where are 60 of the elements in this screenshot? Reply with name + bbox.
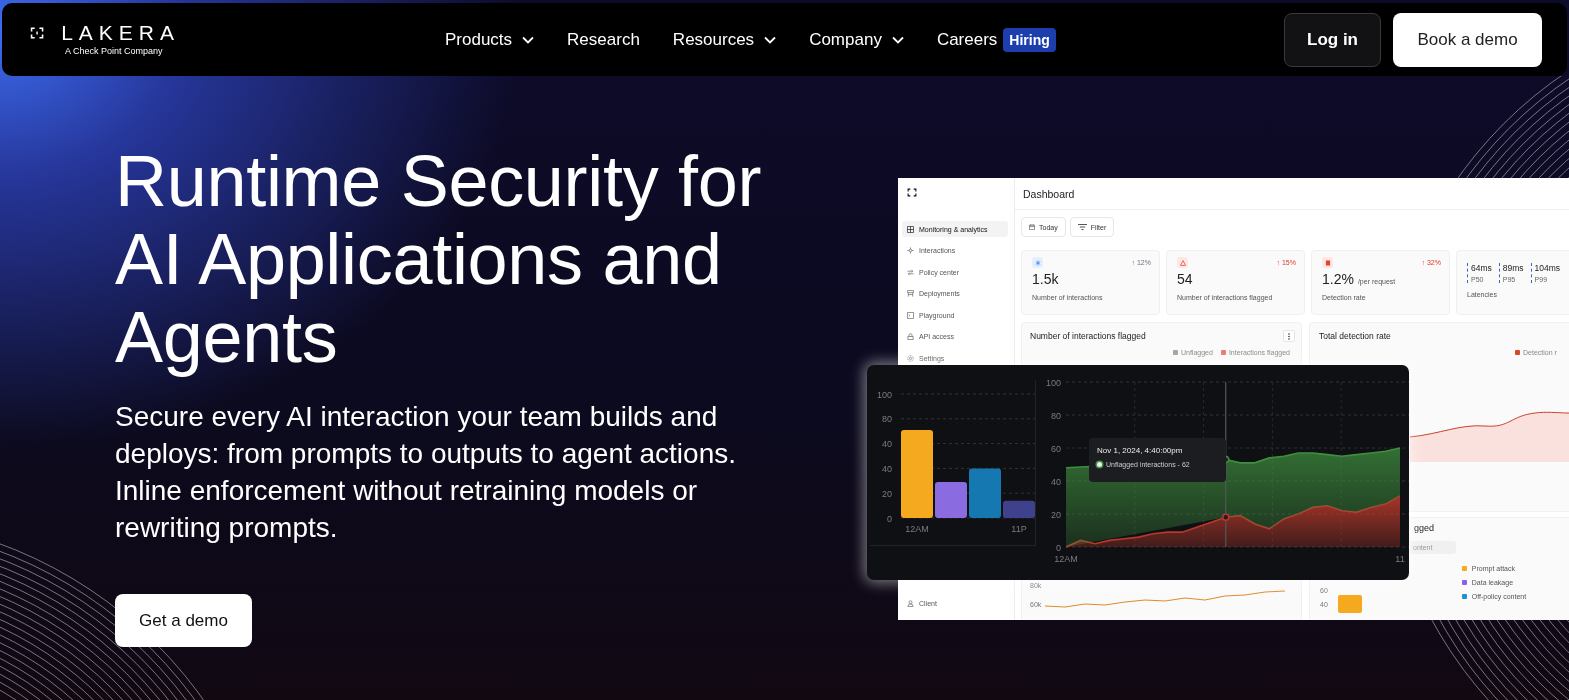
axis-tick-label: 80 [1051, 410, 1061, 421]
axis-tick-label: 40 [882, 439, 892, 450]
stat-value: 54 [1177, 271, 1193, 287]
server-icon [907, 290, 914, 297]
chart-title: gged [1414, 523, 1436, 533]
document-icon [1322, 257, 1333, 268]
stat-value: 1.2% [1322, 271, 1354, 287]
axis-tick-label: 20 [1051, 509, 1061, 520]
book-demo-button[interactable]: Book a demo [1393, 12, 1542, 67]
login-button[interactable]: Log in [1284, 12, 1381, 67]
axis-tick-label: 20 [882, 488, 892, 499]
axis-tick-label: 11P [1011, 524, 1027, 534]
axis-tick-label: 12AM [1054, 554, 1078, 564]
chart-title: Total detection rate [1319, 331, 1391, 341]
logo-tagline: A Check Point Company [64, 46, 164, 56]
hero-heading: Runtime Security for AI Applications and Agents [115, 142, 763, 376]
stat-value: 1.5k [1032, 271, 1059, 287]
axis-tick-label: 100 [1045, 380, 1061, 388]
chart-title: Number of interactions flagged [1030, 331, 1146, 341]
user-icon [907, 599, 914, 607]
nav-link[interactable]: Research [567, 29, 640, 50]
more-options-icon[interactable] [1283, 330, 1295, 342]
dashboard-title: Dashboard [1023, 187, 1075, 200]
axis-tick-label: 40 [882, 463, 892, 474]
asterisk-icon [1032, 257, 1043, 268]
axis-tick-label: 0 [1056, 542, 1061, 553]
tooltip-title: Nov 1, 2024, 4:40:00pm [1097, 446, 1184, 455]
nav-link[interactable]: Products [445, 29, 535, 50]
chevron-down-icon [522, 35, 535, 44]
nav-link[interactable]: Careers [936, 29, 998, 50]
arrows-icon [907, 268, 914, 276]
chevron-down-icon [764, 35, 777, 44]
calendar-icon [1029, 224, 1035, 230]
axis-tick-label: 100 [876, 389, 892, 400]
lock-icon [907, 333, 914, 340]
latency-value: 64ms [1471, 263, 1492, 273]
get-demo-button[interactable]: Get a demo [115, 594, 252, 647]
hero-subtitle: Secure every AI interaction your team builds and deploys: from prompts to outputs to agent actions. Inline enforcement without retraining models or rewriting prompts. [115, 400, 737, 545]
gear-icon [907, 354, 914, 362]
terminal-icon [907, 311, 914, 319]
axis-tick-label: 12AM [905, 524, 929, 534]
nav-link[interactable]: Company [809, 29, 904, 50]
logo-icon [907, 188, 917, 197]
bar-chart-drawing [1337, 595, 1362, 613]
filter-icon [1077, 224, 1087, 230]
series-dot-icon [1097, 462, 1102, 467]
grid-icon [907, 225, 914, 233]
axis-tick-label: 80 [882, 414, 892, 425]
logo-icon [30, 25, 45, 41]
axis-tick-label: 0 [887, 513, 892, 524]
axis-tick-label: 60 [1051, 443, 1061, 454]
latency-value: 104ms [1534, 263, 1561, 273]
warning-icon [1177, 257, 1188, 268]
logo-wordmark[interactable]: LAKERA [61, 23, 180, 43]
axis-tick-label: 40 [1051, 476, 1061, 487]
chevron-down-icon [891, 35, 904, 44]
axis-tick-label: 11 [1395, 554, 1405, 564]
latency-value: 89ms [1502, 263, 1524, 273]
hiring-badge: Hiring [1003, 27, 1056, 52]
nav-link[interactable]: Resources [672, 29, 777, 50]
